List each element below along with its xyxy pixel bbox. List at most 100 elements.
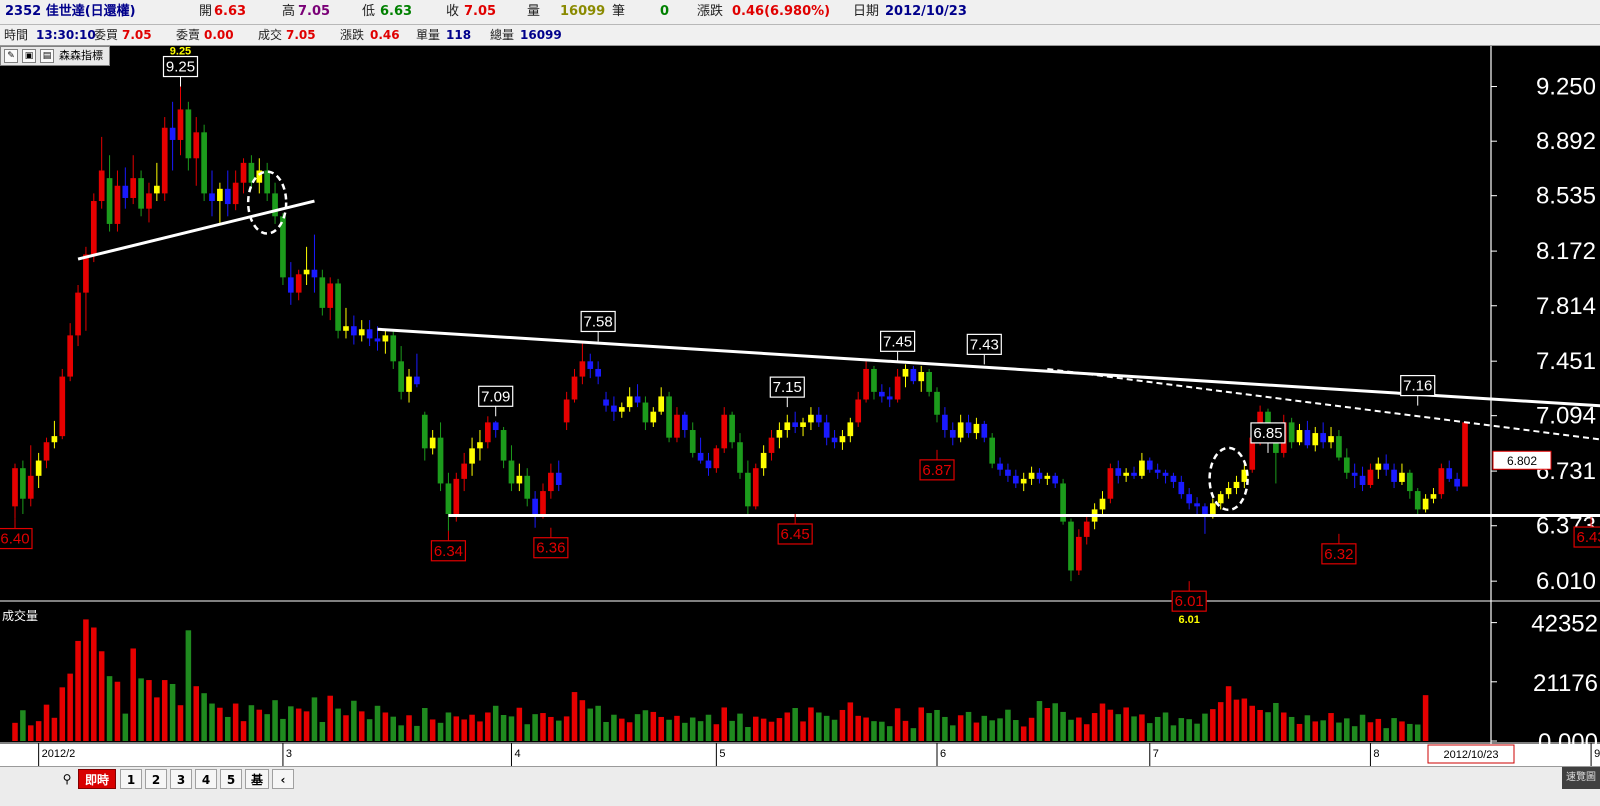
candle-body xyxy=(564,399,570,422)
volume-bar xyxy=(958,715,964,741)
tab-2[interactable]: 2 xyxy=(145,769,167,789)
candle-body xyxy=(59,377,65,437)
lot-value: 118 xyxy=(446,25,471,45)
candle-body xyxy=(422,415,428,449)
volume-bar xyxy=(903,721,909,741)
candle-body xyxy=(1147,461,1153,470)
candle-body xyxy=(721,415,727,449)
volume-bar xyxy=(580,700,586,741)
volume-bar xyxy=(1171,725,1177,741)
candle-body xyxy=(138,178,144,209)
candle-body xyxy=(1407,473,1413,491)
candle-body xyxy=(217,189,223,201)
volume-bar xyxy=(1368,722,1374,741)
tab-fundamental[interactable]: 基 xyxy=(245,769,269,789)
volume-bar xyxy=(272,700,278,741)
candle-body xyxy=(800,422,806,427)
high-value: 7.05 xyxy=(298,0,330,24)
tab-5[interactable]: 5 xyxy=(220,769,242,789)
candle-body xyxy=(201,132,207,193)
volume-bar xyxy=(682,723,688,741)
volume-bar xyxy=(1344,718,1350,741)
candle-body xyxy=(1375,464,1381,470)
scroll-left-button[interactable]: ‹ xyxy=(272,769,294,789)
candle-body xyxy=(1210,503,1216,514)
candle-body xyxy=(832,438,838,443)
volume-bar xyxy=(493,706,499,741)
candle-body xyxy=(359,329,365,335)
candle-body xyxy=(580,361,586,376)
volume-bar xyxy=(60,687,66,741)
candle-body xyxy=(162,128,168,194)
pencil-icon[interactable]: ✎ xyxy=(4,49,18,63)
open-label: 開 xyxy=(199,0,212,24)
volume-bar xyxy=(422,708,428,741)
volume-bar xyxy=(28,725,34,741)
candle-body xyxy=(1399,473,1405,482)
current-price-tag-label: 6.802 xyxy=(1507,454,1537,468)
date-value: 2012/10/23 xyxy=(885,0,967,24)
candle-body xyxy=(855,399,861,422)
volume-bar xyxy=(241,721,247,741)
candle-body xyxy=(981,424,987,438)
tab-1[interactable]: 1 xyxy=(120,769,142,789)
volume-bar xyxy=(1131,716,1137,741)
volume-bar xyxy=(249,705,255,741)
deal-value: 7.05 xyxy=(286,25,316,45)
price-tick-label: 8.892 xyxy=(1536,128,1596,155)
candle-body xyxy=(934,392,940,415)
candle-body xyxy=(430,438,436,449)
candle-body xyxy=(1305,430,1311,445)
tab-live[interactable]: 即時 xyxy=(78,769,116,789)
magnifier-icon[interactable]: ⚲ xyxy=(56,769,78,789)
corner-label[interactable]: 速覽圖 xyxy=(1562,767,1600,789)
volume-bar xyxy=(887,726,893,741)
monitor-icon[interactable]: ▣ xyxy=(22,49,36,63)
change-label: 漲跌 xyxy=(697,0,723,24)
volume-bar xyxy=(115,682,121,741)
candle-body xyxy=(895,377,901,400)
volume-bar xyxy=(1352,726,1358,741)
candle-body xyxy=(1163,473,1169,476)
indicator-label[interactable]: 森森指標 xyxy=(59,49,103,63)
candle-body xyxy=(1454,479,1460,487)
candle-body xyxy=(1052,476,1058,484)
candle-body xyxy=(398,361,404,392)
candle-body xyxy=(390,335,396,361)
candle-body xyxy=(461,464,467,479)
volume-bar xyxy=(942,717,948,741)
candle-body xyxy=(1446,468,1452,479)
candle-body xyxy=(532,499,538,514)
candle-body xyxy=(847,422,853,436)
candle-body xyxy=(666,396,672,437)
tab-3[interactable]: 3 xyxy=(170,769,192,789)
candlestick-chart[interactable]: 9.2508.8928.5358.1727.8147.4517.0946.731… xyxy=(0,46,1600,766)
candle-body xyxy=(863,369,869,400)
candle-body xyxy=(745,473,751,507)
candle-body xyxy=(1013,476,1019,484)
candle-body xyxy=(509,461,515,484)
quote-detail-bar: 時間 13:30:10 委買 7.05 委賣 0.00 成交 7.05 漲跌 0… xyxy=(0,25,1600,46)
candle-body xyxy=(690,430,696,453)
volume-bar xyxy=(170,684,176,741)
volume-bar xyxy=(1218,702,1224,741)
volume-bar xyxy=(1202,714,1208,741)
volume-bar xyxy=(635,714,641,741)
volume-bar xyxy=(391,717,397,741)
stock-title[interactable]: 2352 佳世達(日還權) xyxy=(5,0,136,24)
quote-header: 2352 佳世達(日還權) 開 6.63 高 7.05 低 6.63 收 7.0… xyxy=(0,0,1600,25)
candle-body xyxy=(1320,433,1326,442)
date-tick-label: 7 xyxy=(1153,748,1159,760)
volume-bar xyxy=(1383,728,1389,741)
volume-bar xyxy=(1045,708,1051,741)
volume-bar xyxy=(572,692,578,741)
volume-bar xyxy=(406,715,412,741)
volume-bar xyxy=(1076,718,1082,741)
volume-bar xyxy=(264,714,270,741)
total-label: 總量 xyxy=(490,25,514,45)
volume-bar xyxy=(509,716,515,741)
tab-4[interactable]: 4 xyxy=(195,769,217,789)
candle-body xyxy=(1139,461,1145,476)
volume-bar xyxy=(383,712,389,741)
book-icon[interactable]: ▤ xyxy=(40,49,54,63)
